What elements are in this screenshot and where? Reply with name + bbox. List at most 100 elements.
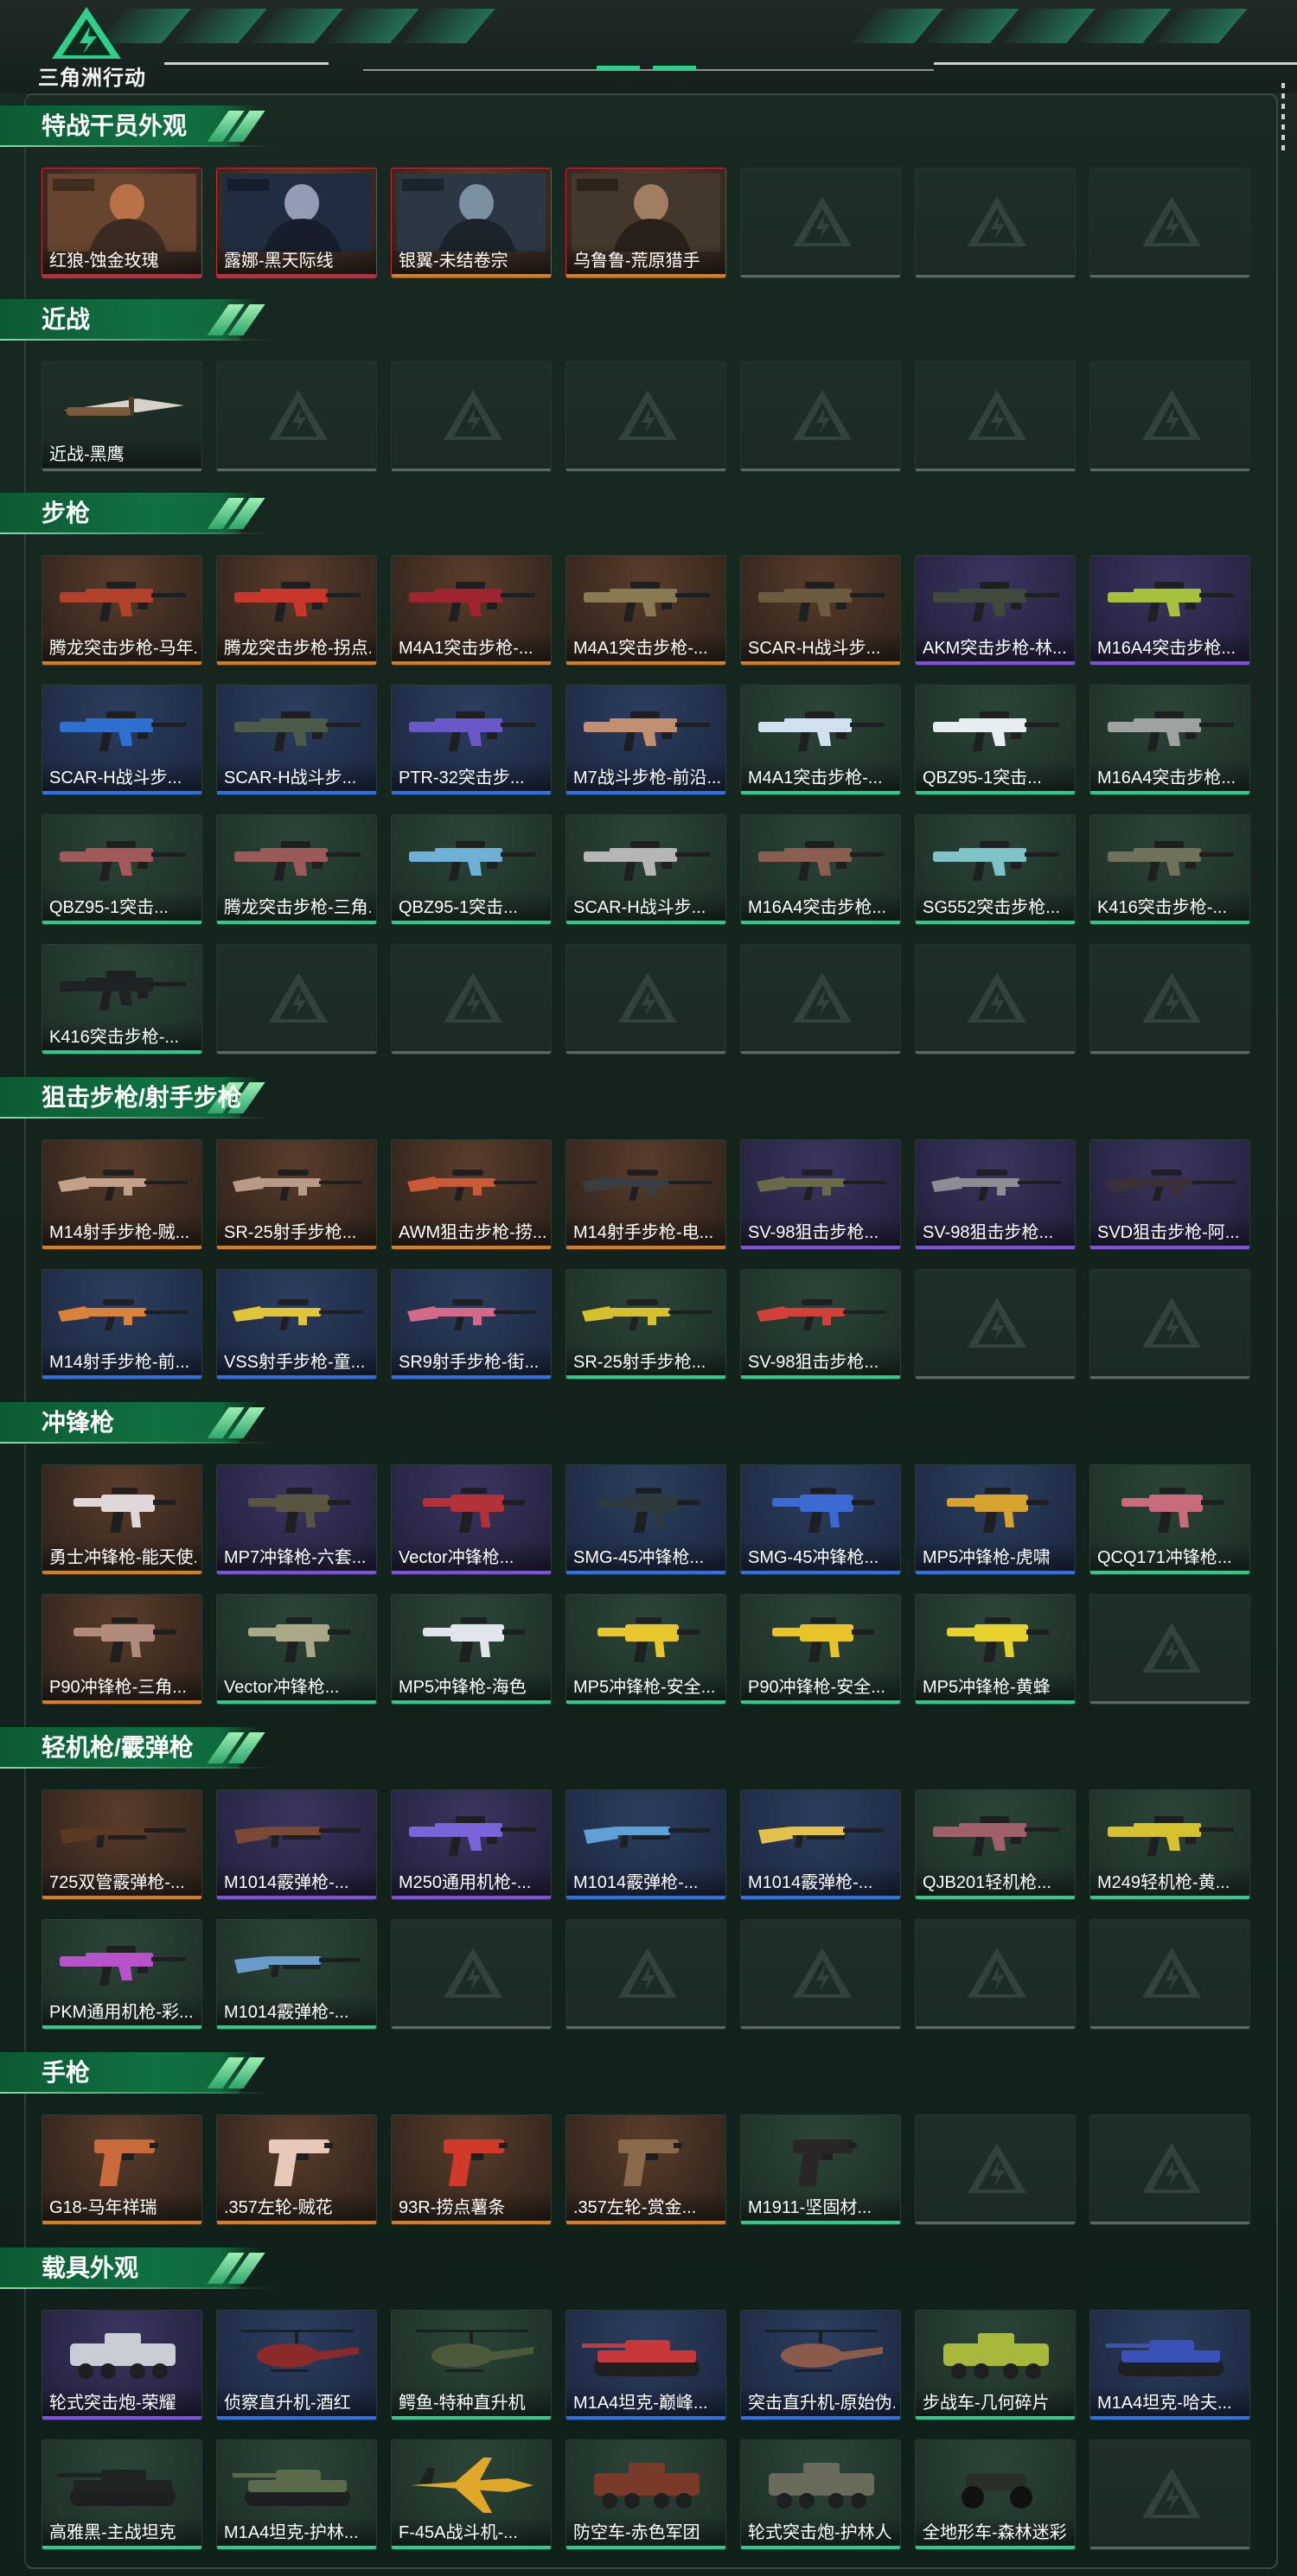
- item-card[interactable]: F-45A战斗机-...: [391, 2439, 552, 2550]
- item-card[interactable]: MP5冲锋枪-虎啸: [915, 1464, 1076, 1575]
- item-card[interactable]: M1014霰弹枪-...: [740, 1789, 901, 1900]
- rarity-bar: [566, 2221, 725, 2224]
- item-card[interactable]: 93R-捞点薯条: [391, 2114, 552, 2225]
- item-card[interactable]: 近战-黑鹰: [42, 361, 202, 472]
- item-card[interactable]: QBZ95-1突击...: [391, 814, 552, 925]
- item-card[interactable]: K416突击步枪-...: [1089, 814, 1250, 925]
- empty-slot: [1089, 1269, 1250, 1380]
- item-card[interactable]: 轮式突击炮-护林人: [740, 2439, 901, 2550]
- item-card[interactable]: 腾龙突击步枪-马年...: [42, 555, 202, 666]
- item-card[interactable]: QBZ95-1突击...: [915, 685, 1076, 795]
- item-card[interactable]: 轮式突击炮-荣耀: [42, 2310, 202, 2420]
- item-card[interactable]: 突击直升机-原始伪...: [740, 2310, 901, 2420]
- section-title: 近战: [42, 306, 91, 333]
- item-card[interactable]: 乌鲁鲁-荒原猎手: [565, 168, 726, 278]
- item-card[interactable]: SV-98狙击步枪...: [740, 1139, 901, 1250]
- lmg-icon: [409, 1816, 535, 1856]
- item-card[interactable]: 勇士冲锋枪-能天使...: [42, 1464, 202, 1575]
- item-card[interactable]: SR9射手步枪-街...: [391, 1269, 552, 1380]
- item-card[interactable]: K416突击步枪-...: [42, 944, 202, 1055]
- item-card[interactable]: SVD狙击步枪-阿...: [1089, 1139, 1250, 1250]
- item-card[interactable]: P90冲锋枪-安全...: [740, 1594, 901, 1705]
- item-card[interactable]: SMG-45冲锋枪...: [565, 1464, 726, 1575]
- section-header-6: 手枪: [0, 2052, 285, 2094]
- item-card[interactable]: .357左轮-贼花: [216, 2114, 377, 2225]
- item-card[interactable]: M1A4坦克-哈夫...: [1089, 2310, 1250, 2420]
- item-card[interactable]: M4A1突击步枪-...: [391, 555, 552, 666]
- item-card[interactable]: AKM突击步枪-林...: [915, 555, 1076, 666]
- item-card[interactable]: M250通用机枪-...: [391, 1789, 552, 1900]
- item-card[interactable]: 红狼-蚀金玫瑰: [42, 168, 202, 278]
- item-card[interactable]: M1911-坚固材...: [740, 2114, 901, 2225]
- item-card[interactable]: M1014霰弹枪-...: [565, 1789, 726, 1900]
- rarity-bar: [566, 1700, 725, 1704]
- item-card[interactable]: M4A1突击步枪-...: [565, 555, 726, 666]
- item-name: M14射手步枪-前...: [49, 1353, 190, 1372]
- item-card[interactable]: SCAR-H战斗步...: [216, 685, 377, 795]
- item-card[interactable]: 步战车-几何碎片: [915, 2310, 1076, 2420]
- item-card[interactable]: 露娜-黑天际线: [216, 168, 377, 278]
- item-card[interactable]: M1014霰弹枪-...: [216, 1789, 377, 1900]
- item-card[interactable]: MP5冲锋枪-黄蜂: [915, 1594, 1076, 1705]
- item-card[interactable]: M16A4突击步枪...: [1089, 555, 1250, 666]
- item-card[interactable]: SG552突击步枪...: [915, 814, 1076, 925]
- smg-icon: [73, 1488, 176, 1533]
- item-card[interactable]: SR-25射手步枪...: [216, 1139, 377, 1250]
- scrollbar[interactable]: [1281, 83, 1285, 152]
- item-card[interactable]: SCAR-H战斗步...: [42, 685, 202, 795]
- item-card[interactable]: M16A4突击步枪...: [740, 814, 901, 925]
- item-card[interactable]: M1A4坦克-护林...: [216, 2439, 377, 2550]
- item-card[interactable]: .357左轮-赏金...: [565, 2114, 726, 2225]
- item-name: SCAR-H战斗步...: [748, 639, 881, 658]
- item-card[interactable]: MP5冲锋枪-海色: [391, 1594, 552, 1705]
- rarity-bar: [1090, 2222, 1249, 2224]
- item-card[interactable]: 银翼-未结卷宗: [391, 168, 552, 278]
- item-card[interactable]: PKM通用机枪-彩...: [42, 1919, 202, 2030]
- item-card[interactable]: P90冲锋枪-三角...: [42, 1594, 202, 1705]
- item-card[interactable]: AWM狙击步枪-捞...: [391, 1139, 552, 1250]
- item-card[interactable]: QJB201轻机枪...: [915, 1789, 1076, 1900]
- rarity-bar: [217, 2416, 376, 2420]
- item-card[interactable]: 防空车-赤色军团: [565, 2439, 726, 2550]
- rarity-bar: [566, 1571, 725, 1574]
- item-card[interactable]: MP5冲锋枪-安全...: [565, 1594, 726, 1705]
- item-name: VSS射手步枪-童...: [224, 1353, 366, 1372]
- item-card[interactable]: M7战斗步枪-前沿...: [565, 685, 726, 795]
- item-card[interactable]: SV-98狙击步枪...: [740, 1269, 901, 1380]
- item-card[interactable]: M249轻机枪-黄...: [1089, 1789, 1250, 1900]
- item-card[interactable]: M16A4突击步枪...: [1089, 685, 1250, 795]
- item-card[interactable]: 腾龙突击步枪-三角...: [216, 814, 377, 925]
- item-card[interactable]: SV-98狙击步枪...: [915, 1139, 1076, 1250]
- item-card[interactable]: SMG-45冲锋枪...: [740, 1464, 901, 1575]
- item-card[interactable]: 侦察直升机-酒红: [216, 2310, 377, 2420]
- item-card[interactable]: G18-马年祥瑞: [42, 2114, 202, 2225]
- item-card[interactable]: 全地形车-森林迷彩: [915, 2439, 1076, 2550]
- item-card[interactable]: 高雅黑-主战坦克: [42, 2439, 202, 2550]
- item-name: M1A4坦克-护林...: [224, 2523, 359, 2542]
- brand-name: 三角洲行动: [38, 67, 146, 90]
- item-card[interactable]: VSS射手步枪-童...: [216, 1269, 377, 1380]
- rarity-bar: [217, 791, 376, 794]
- item-card[interactable]: SCAR-H战斗步...: [565, 814, 726, 925]
- item-card[interactable]: 鳄鱼-特种直升机: [391, 2310, 552, 2420]
- item-card[interactable]: 725双管霰弹枪-...: [42, 1789, 202, 1900]
- item-card[interactable]: Vector冲锋枪...: [391, 1464, 552, 1575]
- item-card[interactable]: QCQ171冲锋枪...: [1089, 1464, 1250, 1575]
- item-card[interactable]: QBZ95-1突击...: [42, 814, 202, 925]
- item-card[interactable]: M14射手步枪-前...: [42, 1269, 202, 1380]
- item-card[interactable]: M4A1突击步枪-...: [740, 685, 901, 795]
- item-card[interactable]: Vector冲锋枪...: [216, 1594, 377, 1705]
- item-card[interactable]: SCAR-H战斗步...: [740, 555, 901, 666]
- item-card[interactable]: M14射手步枪-贼...: [42, 1139, 202, 1250]
- item-card[interactable]: M1A4坦克-巅峰...: [565, 2310, 726, 2420]
- item-card[interactable]: M14射手步枪-电...: [565, 1139, 726, 1250]
- item-card[interactable]: 腾龙突击步枪-拐点...: [216, 555, 377, 666]
- item-card[interactable]: SR-25射手步枪...: [565, 1269, 726, 1380]
- rarity-bar: [217, 1246, 376, 1249]
- item-card[interactable]: MP7冲锋枪-六套...: [216, 1464, 377, 1575]
- item-card[interactable]: M1014霰弹枪-...: [216, 1919, 377, 2030]
- rifle-icon: [60, 841, 186, 881]
- rarity-bar: [916, 1376, 1075, 1379]
- section-underline: [0, 1117, 277, 1119]
- item-card[interactable]: PTR-32突击步...: [391, 685, 552, 795]
